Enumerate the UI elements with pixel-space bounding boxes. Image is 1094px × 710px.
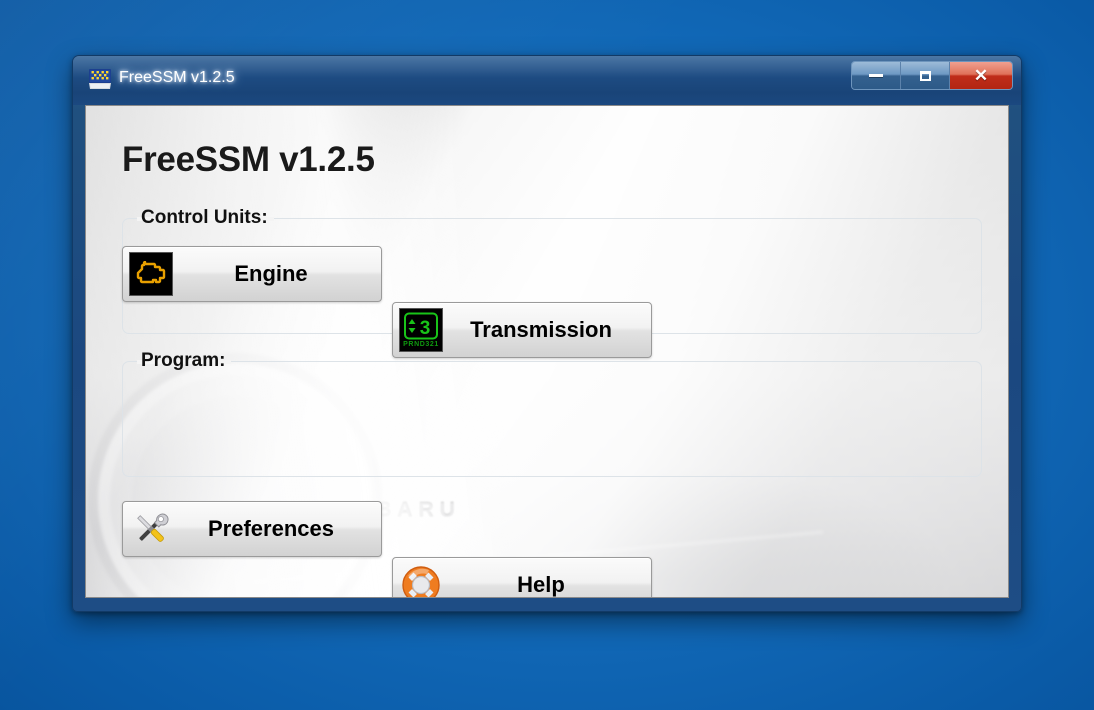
lifebuoy-icon	[399, 563, 443, 597]
minimize-icon	[869, 74, 883, 77]
minimize-button[interactable]	[852, 62, 901, 89]
transmission-button[interactable]: 3 PRND321 Transmission	[392, 302, 652, 358]
engine-button[interactable]: Engine	[122, 246, 382, 302]
engine-button-label: Engine	[234, 261, 308, 286]
freessm-app-icon	[88, 68, 112, 90]
application-window: FreeSSM v1.2.5 ✕ SUBARU FreeSSM v1.2.5 C	[72, 55, 1022, 612]
check-engine-light-icon	[129, 252, 173, 296]
group-program: Program:	[122, 350, 982, 477]
close-icon: ✕	[973, 66, 989, 85]
svg-text:PRND321: PRND321	[403, 341, 439, 348]
close-button[interactable]: ✕	[950, 62, 1012, 89]
title-bar[interactable]: FreeSSM v1.2.5 ✕	[73, 56, 1021, 105]
help-button-label: Help	[517, 572, 565, 597]
group-control-units-label: Control Units:	[141, 207, 268, 228]
preferences-button-label: Preferences	[208, 516, 334, 541]
svg-text:3: 3	[420, 318, 431, 339]
tools-icon	[129, 507, 173, 551]
group-program-label: Program:	[141, 350, 226, 371]
window-title: FreeSSM v1.2.5	[119, 69, 235, 86]
page-title: FreeSSM v1.2.5	[122, 140, 375, 179]
transmission-button-label: Transmission	[470, 317, 612, 342]
gear-indicator-icon: 3 PRND321	[399, 308, 443, 352]
help-button[interactable]: Help	[392, 557, 652, 597]
window-controls: ✕	[851, 61, 1013, 90]
maximize-icon	[919, 70, 931, 81]
maximize-button[interactable]	[901, 62, 950, 89]
preferences-button[interactable]: Preferences	[122, 501, 382, 557]
main-content: FreeSSM v1.2.5 Control Units: Engine 3 P…	[86, 106, 1008, 597]
window-client-area: SUBARU FreeSSM v1.2.5 Control Units: Eng…	[85, 105, 1009, 598]
